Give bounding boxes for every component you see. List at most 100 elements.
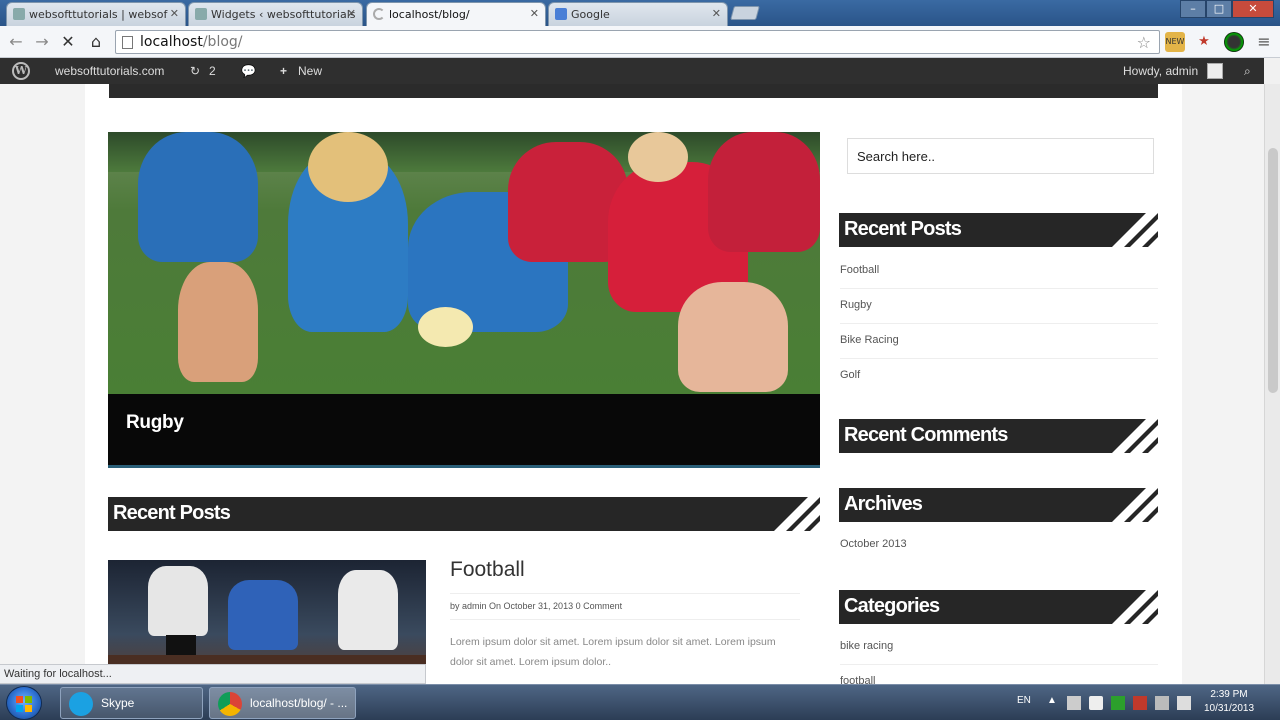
admin-site-link[interactable]: websofttutorials.com xyxy=(55,64,164,78)
tab-websofttutorials[interactable]: websofttutorials | websof ✕ xyxy=(6,2,186,26)
avatar[interactable] xyxy=(1207,63,1223,79)
recent-posts-heading-text: Recent Posts xyxy=(113,502,231,524)
page-favicon-icon xyxy=(13,8,25,20)
page-content: Rugby Recent Posts Football by admin On … xyxy=(85,84,1182,684)
windows-taskbar: Skype localhost/blog/ - ... EN ▲ 2:39 PM… xyxy=(0,684,1280,720)
new-extension-icon[interactable]: NEW xyxy=(1165,32,1185,52)
task-label: Skype xyxy=(101,696,135,710)
close-tab-icon[interactable]: ✕ xyxy=(712,7,721,20)
search-placeholder: Search here.. xyxy=(857,149,936,164)
sidebar-recent-comments-heading: Recent Comments xyxy=(839,419,1158,453)
archives-list: October 2013 xyxy=(840,528,1158,563)
network-icon[interactable] xyxy=(1155,696,1169,710)
list-item[interactable]: bike racing xyxy=(840,630,1158,665)
forward-arrow-icon[interactable]: → xyxy=(32,32,52,52)
tab-title: localhost/blog/ xyxy=(389,8,470,21)
extension-circle-icon[interactable] xyxy=(1224,32,1244,52)
tab-title: Google xyxy=(571,8,610,21)
language-indicator[interactable]: EN xyxy=(1017,695,1031,706)
sidebar-heading-text: Archives xyxy=(844,493,923,515)
bookmark-extension-icon[interactable]: ★ xyxy=(1194,32,1214,52)
sidebar-heading-text: Recent Posts xyxy=(844,218,962,240)
bookmark-star-icon[interactable]: ☆ xyxy=(1137,33,1151,52)
tray-expand-icon[interactable]: ▲ xyxy=(1047,695,1057,706)
system-clock[interactable]: 2:39 PM 10/31/2013 xyxy=(1200,688,1258,716)
menu-icon[interactable]: ≡ xyxy=(1254,32,1274,52)
heading-stripes-icon xyxy=(1112,590,1158,624)
google-icon xyxy=(555,8,567,20)
status-text: Waiting for localhost... xyxy=(4,668,112,680)
stop-loading-icon[interactable]: ✕ xyxy=(58,32,78,52)
tab-widgets[interactable]: Widgets ‹ websofttutorials ✕ xyxy=(188,2,363,26)
sidebar-categories-heading: Categories xyxy=(839,590,1158,624)
list-item[interactable]: Rugby xyxy=(840,289,1158,324)
tray-app-icon[interactable] xyxy=(1067,696,1081,710)
featured-slider[interactable]: Rugby xyxy=(108,132,820,468)
slider-caption: Rugby xyxy=(108,394,820,465)
heading-stripes-icon xyxy=(774,497,820,531)
tray-red-icon[interactable] xyxy=(1133,696,1147,710)
post-title[interactable]: Football xyxy=(450,558,525,582)
sidebar-heading-text: Categories xyxy=(844,595,940,617)
tab-google[interactable]: Google ✕ xyxy=(548,2,728,26)
taskbar-chrome[interactable]: localhost/blog/ - ... xyxy=(209,687,356,719)
list-item[interactable]: Golf xyxy=(840,359,1158,394)
updates-icon[interactable]: ↻ xyxy=(190,64,200,78)
recent-posts-heading: Recent Posts xyxy=(108,497,820,531)
sidebar-heading-text: Recent Comments xyxy=(844,424,1008,446)
status-bubble: Waiting for localhost... xyxy=(0,664,426,684)
vertical-scrollbar[interactable] xyxy=(1264,84,1280,684)
new-tab-button[interactable] xyxy=(730,6,760,20)
taskbar-skype[interactable]: Skype xyxy=(60,687,203,719)
scrollbar-thumb[interactable] xyxy=(1268,148,1278,393)
maximize-button[interactable]: □ xyxy=(1206,0,1232,18)
search-input[interactable]: Search here.. xyxy=(847,138,1154,174)
action-center-icon[interactable] xyxy=(1177,696,1191,710)
tab-title: websofttutorials | websof xyxy=(29,8,168,21)
new-content-link[interactable]: New xyxy=(298,64,322,78)
browser-toolbar: ← → ✕ ⌂ localhost/blog/ ☆ NEW ★ ≡ xyxy=(0,26,1280,58)
home-icon[interactable]: ⌂ xyxy=(86,32,106,52)
post-excerpt: Lorem ipsum dolor sit amet. Lorem ipsum … xyxy=(450,636,776,668)
categories-list: bike racing football xyxy=(840,630,1158,684)
close-tab-icon[interactable]: ✕ xyxy=(170,7,179,20)
post-meta: by admin On October 31, 2013 0 Comment xyxy=(450,601,623,611)
list-item[interactable]: football xyxy=(840,665,1158,684)
sidebar-recent-posts-heading: Recent Posts xyxy=(839,213,1158,247)
wp-admin-bar: W websofttutorials.com ↻ 2 💬 + New Howdy… xyxy=(0,58,1264,84)
howdy-greeting[interactable]: Howdy, admin xyxy=(1123,64,1198,78)
search-icon[interactable]: ⌕ xyxy=(1244,64,1251,79)
comments-icon[interactable]: 💬 xyxy=(241,64,256,78)
start-button[interactable] xyxy=(6,686,42,720)
page-icon xyxy=(122,36,133,49)
address-path: /blog/ xyxy=(202,34,243,50)
windows-logo-icon xyxy=(16,696,32,712)
volume-icon[interactable] xyxy=(1089,696,1103,710)
page-favicon-icon xyxy=(195,8,207,20)
wordpress-logo-icon[interactable]: W xyxy=(12,62,30,80)
close-tab-icon[interactable]: ✕ xyxy=(530,7,539,20)
tab-localhost-blog[interactable]: localhost/blog/ ✕ xyxy=(366,2,546,27)
task-label: localhost/blog/ - ... xyxy=(250,696,348,710)
clock-date: 10/31/2013 xyxy=(1203,703,1255,714)
chrome-icon xyxy=(218,692,242,716)
sidebar-archives-heading: Archives xyxy=(839,488,1158,522)
address-bar[interactable]: localhost/blog/ ☆ xyxy=(115,30,1160,54)
loading-spinner-icon xyxy=(373,8,385,20)
minimize-button[interactable]: – xyxy=(1180,0,1206,18)
heading-stripes-icon xyxy=(1112,419,1158,453)
list-item[interactable]: Football xyxy=(840,254,1158,289)
list-item[interactable]: Bike Racing xyxy=(840,324,1158,359)
window-close-button[interactable]: ✕ xyxy=(1232,0,1274,18)
list-item[interactable]: October 2013 xyxy=(840,528,1158,563)
tab-title: Widgets ‹ websofttutorials xyxy=(211,8,356,21)
plus-icon[interactable]: + xyxy=(280,64,287,78)
slider-caption-title[interactable]: Rugby xyxy=(126,412,184,434)
rugby-photo xyxy=(108,132,820,394)
tray-green-icon[interactable] xyxy=(1111,696,1125,710)
divider xyxy=(450,619,800,620)
updates-count[interactable]: 2 xyxy=(209,64,216,78)
close-tab-icon[interactable]: ✕ xyxy=(347,7,356,20)
browser-tabstrip: websofttutorials | websof ✕ Widgets ‹ we… xyxy=(0,0,1280,27)
back-arrow-icon[interactable]: ← xyxy=(6,32,26,52)
